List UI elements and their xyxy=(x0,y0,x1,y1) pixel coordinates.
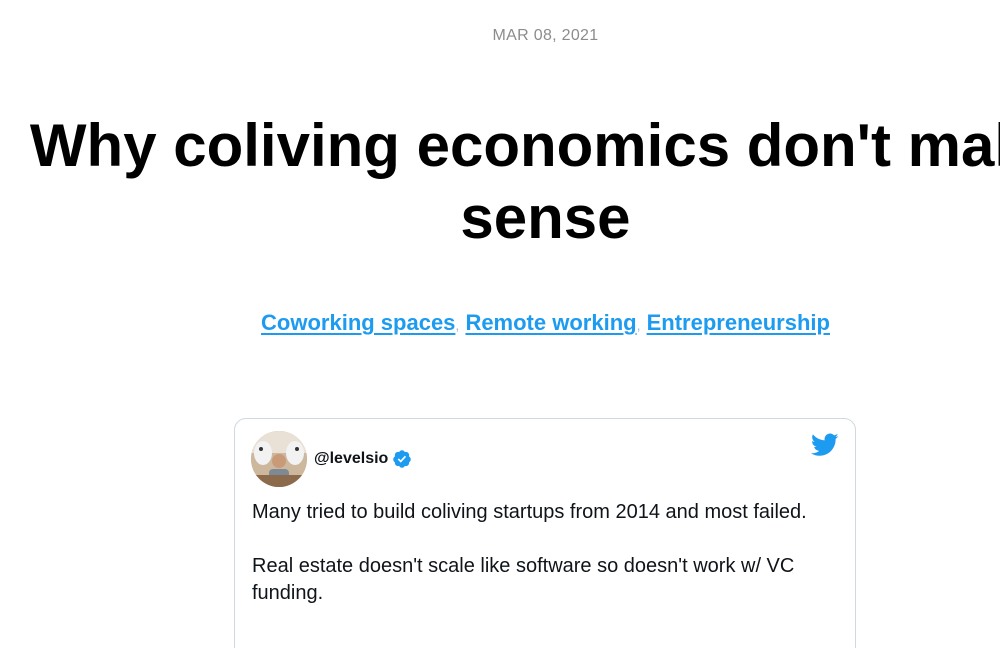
verified-badge-icon xyxy=(392,449,412,469)
embedded-tweet[interactable]: @levelsio Many tried to build coliving s… xyxy=(234,418,856,648)
post-title: Why coliving economics don't make sense xyxy=(29,112,1000,251)
twitter-bird-icon[interactable] xyxy=(810,433,839,457)
tweet-author[interactable]: @levelsio xyxy=(314,449,412,469)
tag-link-coworking-spaces[interactable]: Coworking spaces xyxy=(261,310,455,335)
tweet-paragraph: Many tried to build coliving startups fr… xyxy=(252,501,807,523)
tag-link-entrepreneurship[interactable]: Entrepreneurship xyxy=(647,310,830,335)
tag-separator: , xyxy=(636,317,641,333)
tag-separator: , xyxy=(455,317,460,333)
blog-post-page: MAR 08, 2021 Why coliving economics don'… xyxy=(0,0,1000,648)
avatar[interactable] xyxy=(251,431,307,487)
tag-link-remote-working[interactable]: Remote working xyxy=(465,310,636,335)
tweet-text: Many tried to build coliving startups fr… xyxy=(252,499,842,634)
tweet-handle[interactable]: @levelsio xyxy=(314,450,388,468)
post-date: MAR 08, 2021 xyxy=(492,27,599,44)
post-tags: Coworking spaces, Remote working, Entrep… xyxy=(0,310,1000,336)
tweet-paragraph: Real estate doesn't scale like software … xyxy=(252,555,795,604)
